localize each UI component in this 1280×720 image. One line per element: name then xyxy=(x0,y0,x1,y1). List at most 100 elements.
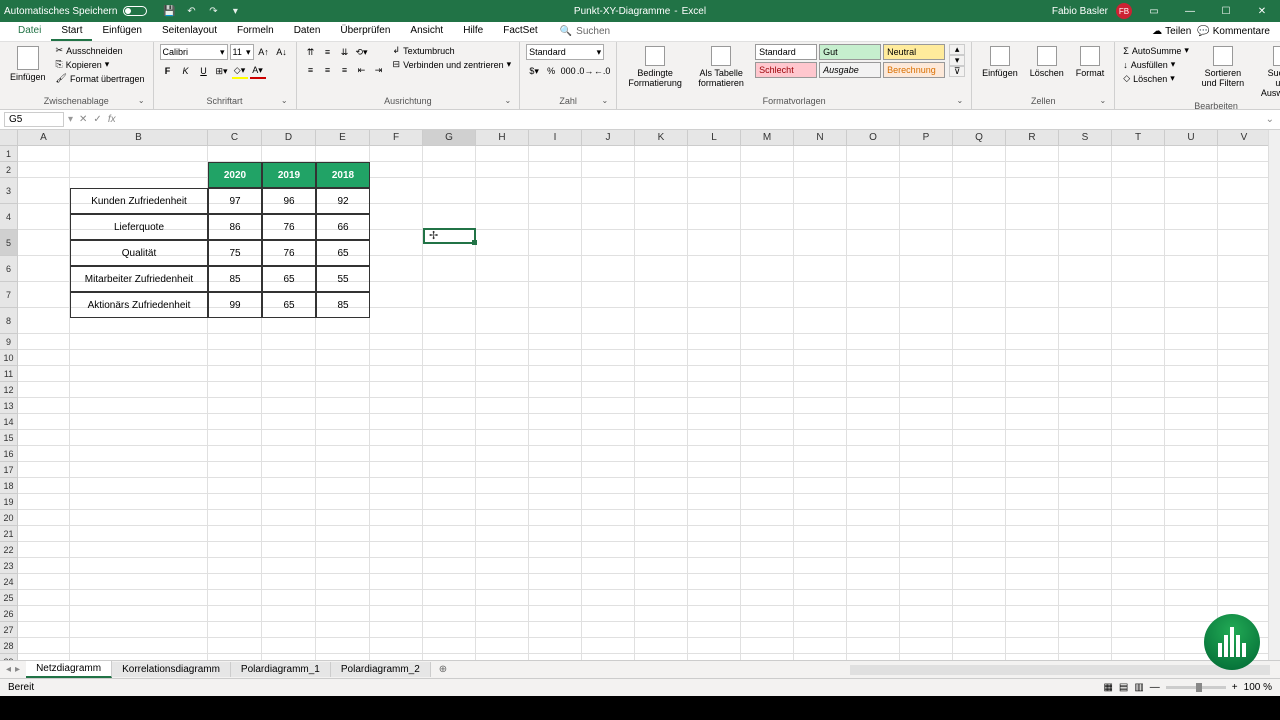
cell[interactable] xyxy=(1112,526,1165,542)
cell[interactable] xyxy=(423,622,476,638)
row-header[interactable]: 20 xyxy=(0,510,18,526)
cell[interactable] xyxy=(262,446,316,462)
cell[interactable] xyxy=(1165,282,1218,308)
cell[interactable] xyxy=(1165,398,1218,414)
cell[interactable] xyxy=(635,282,688,308)
col-header[interactable]: J xyxy=(582,130,635,145)
cell[interactable] xyxy=(370,230,423,256)
cell[interactable] xyxy=(900,350,953,366)
cell[interactable] xyxy=(529,622,582,638)
sort-filter-button[interactable]: Sortieren und Filtern xyxy=(1195,44,1251,90)
cell[interactable] xyxy=(953,282,1006,308)
cell[interactable] xyxy=(529,282,582,308)
row-header[interactable]: 11 xyxy=(0,366,18,382)
cell[interactable] xyxy=(316,510,370,526)
cell[interactable] xyxy=(476,574,529,590)
menu-ueberpruefen[interactable]: Überprüfen xyxy=(330,22,400,41)
cell[interactable] xyxy=(529,558,582,574)
cell[interactable] xyxy=(476,654,529,660)
cell[interactable] xyxy=(1218,204,1271,230)
align-top-icon[interactable]: ⇈ xyxy=(303,44,319,60)
cell[interactable] xyxy=(1165,478,1218,494)
zoom-in-icon[interactable]: + xyxy=(1232,682,1238,693)
cell[interactable] xyxy=(688,558,741,574)
cancel-formula-icon[interactable]: ✕ xyxy=(79,114,87,125)
cell[interactable] xyxy=(18,590,70,606)
cell[interactable] xyxy=(18,622,70,638)
cell[interactable] xyxy=(1006,494,1059,510)
cell[interactable] xyxy=(70,366,208,382)
cell[interactable] xyxy=(847,494,900,510)
sheet-tab[interactable]: Netzdiagramm xyxy=(26,661,112,678)
cell[interactable] xyxy=(1006,162,1059,178)
cell[interactable] xyxy=(370,526,423,542)
cell[interactable] xyxy=(847,204,900,230)
cell[interactable] xyxy=(794,654,847,660)
cell[interactable] xyxy=(953,366,1006,382)
cell[interactable] xyxy=(900,414,953,430)
cell[interactable] xyxy=(953,382,1006,398)
cell[interactable] xyxy=(741,430,794,446)
cell[interactable] xyxy=(476,414,529,430)
cell[interactable] xyxy=(370,462,423,478)
cell[interactable] xyxy=(423,334,476,350)
cell[interactable] xyxy=(741,526,794,542)
cell[interactable] xyxy=(794,366,847,382)
cell[interactable] xyxy=(1112,334,1165,350)
cell[interactable] xyxy=(1112,654,1165,660)
cell[interactable] xyxy=(688,590,741,606)
cell[interactable] xyxy=(18,230,70,256)
cell[interactable] xyxy=(741,282,794,308)
find-select-button[interactable]: Suchen und Auswählen xyxy=(1255,44,1280,100)
decrease-font-icon[interactable]: A↓ xyxy=(274,44,290,60)
indent-inc-icon[interactable]: ⇥ xyxy=(371,62,387,78)
cell[interactable] xyxy=(316,366,370,382)
underline-button[interactable]: U xyxy=(196,63,212,79)
cell[interactable] xyxy=(423,430,476,446)
cell[interactable] xyxy=(900,606,953,622)
font-color-button[interactable]: A▾ xyxy=(250,63,266,79)
cell[interactable] xyxy=(70,558,208,574)
cell[interactable] xyxy=(635,162,688,178)
cell[interactable] xyxy=(1218,558,1271,574)
cell[interactable] xyxy=(1059,204,1112,230)
cell[interactable] xyxy=(1006,430,1059,446)
cell[interactable] xyxy=(529,510,582,526)
cell[interactable] xyxy=(741,494,794,510)
cell[interactable] xyxy=(370,146,423,162)
cell[interactable] xyxy=(529,204,582,230)
cell[interactable] xyxy=(476,350,529,366)
cell[interactable] xyxy=(582,510,635,526)
col-header[interactable]: T xyxy=(1112,130,1165,145)
cell[interactable] xyxy=(688,494,741,510)
row-header[interactable]: 1 xyxy=(0,146,18,162)
cell[interactable] xyxy=(1112,398,1165,414)
cell[interactable] xyxy=(18,542,70,558)
cell[interactable] xyxy=(18,638,70,654)
cell[interactable] xyxy=(794,398,847,414)
cell[interactable] xyxy=(529,334,582,350)
cell[interactable] xyxy=(1006,414,1059,430)
cell[interactable] xyxy=(1112,382,1165,398)
cell[interactable] xyxy=(70,590,208,606)
cell[interactable] xyxy=(1112,542,1165,558)
cell[interactable] xyxy=(741,558,794,574)
cell[interactable] xyxy=(1218,398,1271,414)
cell[interactable] xyxy=(370,256,423,282)
cell[interactable] xyxy=(423,606,476,622)
cell[interactable] xyxy=(847,414,900,430)
tab-prev-icon[interactable]: ◂ xyxy=(6,664,11,675)
avatar[interactable]: FB xyxy=(1116,3,1132,19)
cell[interactable] xyxy=(1218,494,1271,510)
cell[interactable] xyxy=(1006,256,1059,282)
cell[interactable] xyxy=(262,638,316,654)
cell[interactable] xyxy=(18,256,70,282)
cell[interactable] xyxy=(423,574,476,590)
horizontal-scrollbar[interactable] xyxy=(850,665,1270,675)
cell[interactable] xyxy=(582,430,635,446)
cell[interactable] xyxy=(476,178,529,204)
cell[interactable] xyxy=(582,178,635,204)
table-row-label[interactable]: Aktionärs Zufriedenheit xyxy=(70,292,208,318)
table-cell[interactable]: 76 xyxy=(262,214,316,240)
cell[interactable] xyxy=(900,526,953,542)
